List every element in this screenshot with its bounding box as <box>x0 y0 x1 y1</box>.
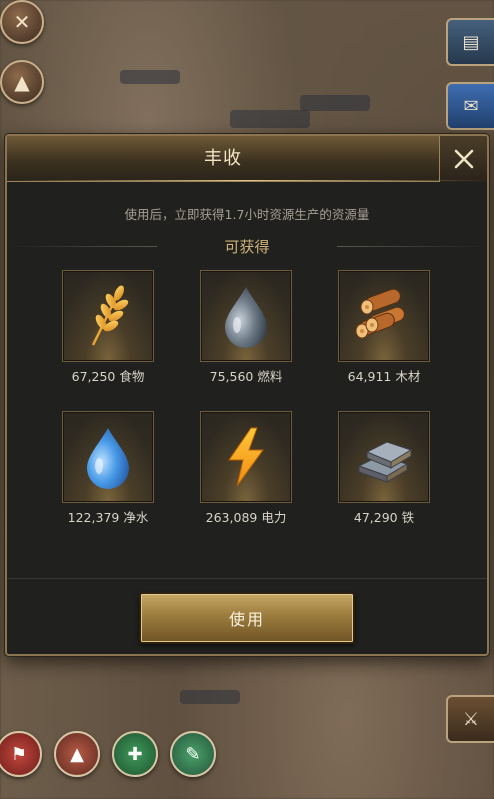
hud-bottom-green-icon[interactable]: ✚ <box>112 731 158 777</box>
resource-icon-box <box>62 270 154 362</box>
subtitle-row: 可获得 <box>7 234 487 258</box>
dialog-title: 丰收 <box>204 148 242 169</box>
dialog-description: 使用后，立即获得1.7小时资源生产的资源量 <box>124 207 370 222</box>
resource-icon-box <box>200 270 292 362</box>
water-drop-icon <box>87 428 129 489</box>
resource-item-food: 67,250 食物 <box>62 270 154 385</box>
hud-right-mail-icon[interactable]: ✉ <box>446 82 494 130</box>
resource-item-water: 122,379 净水 <box>62 411 154 526</box>
resource-item-wood: 64,911 木材 <box>338 270 430 385</box>
hud-swords-icon[interactable]: ✕ <box>0 0 44 44</box>
resource-item-iron: 47,290 铁 <box>338 411 430 526</box>
hud-bottom-chat-icon[interactable]: ✎ <box>170 731 216 777</box>
use-button[interactable]: 使用 <box>139 592 355 644</box>
harvest-dialog: 丰收 使用后，立即获得1.7小时资源生产的资源量 可获得 67,250 食物 7… <box>5 134 489 656</box>
resource-item-power: 263,089 电力 <box>200 411 292 526</box>
wheat-icon <box>91 285 129 346</box>
divider-line <box>337 246 487 247</box>
hud-tent-icon[interactable]: ▲ <box>0 60 44 104</box>
resource-label: 67,250 食物 <box>71 369 145 384</box>
resource-label: 75,560 燃料 <box>209 369 283 384</box>
hud-bottom-camp-icon[interactable]: ▲ <box>54 731 100 777</box>
resource-grid: 67,250 食物 75,560 燃料 64,911 木材 122,379 净水… <box>62 270 434 526</box>
wood-logs-icon <box>355 288 405 339</box>
close-icon <box>454 149 473 169</box>
close-button[interactable] <box>439 136 487 182</box>
title-bar: 丰收 <box>7 136 487 182</box>
resource-label: 122,379 净水 <box>67 510 149 525</box>
lightning-icon <box>228 427 264 487</box>
resource-icon-box <box>200 411 292 503</box>
hud-right-shop-icon[interactable]: ▤ <box>446 18 494 66</box>
fuel-drop-icon <box>225 287 267 348</box>
hud-right-battle-icon[interactable]: ⚔ <box>446 695 494 743</box>
footer-divider <box>7 578 487 579</box>
iron-ingot-icon <box>357 441 413 483</box>
resource-item-fuel: 75,560 燃料 <box>200 270 292 385</box>
resource-icon-box <box>62 411 154 503</box>
resource-icon-box <box>338 270 430 362</box>
resource-label: 263,089 电力 <box>205 510 287 525</box>
resource-label: 64,911 木材 <box>347 369 421 384</box>
resource-label: 47,290 铁 <box>353 510 415 525</box>
resource-icon-box <box>338 411 430 503</box>
